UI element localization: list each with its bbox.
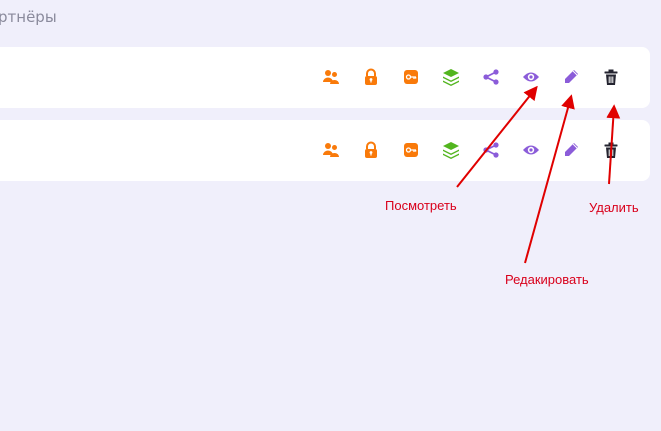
lock-icon: [362, 68, 380, 86]
annotation-delete: Удалить: [589, 200, 639, 215]
key-icon: [402, 141, 420, 159]
pencil-icon: [562, 68, 580, 86]
layers-icon: [442, 68, 460, 86]
users-icon: [322, 68, 340, 86]
lock-button[interactable]: [360, 66, 382, 88]
eye-icon: [522, 141, 540, 159]
trash-icon: [602, 68, 620, 86]
table-row: [0, 47, 650, 108]
edit-button[interactable]: [560, 139, 582, 161]
lock-icon: [362, 141, 380, 159]
layers-button[interactable]: [440, 66, 462, 88]
key-button[interactable]: [400, 139, 422, 161]
annotation-edit: Редакировать: [505, 272, 589, 287]
share-button[interactable]: [480, 139, 502, 161]
page-title: ртнёры: [0, 8, 57, 26]
share-icon: [482, 68, 500, 86]
annotation-view: Посмотреть: [385, 198, 457, 213]
layers-icon: [442, 141, 460, 159]
view-button[interactable]: [520, 139, 542, 161]
delete-button[interactable]: [600, 139, 622, 161]
edit-button[interactable]: [560, 66, 582, 88]
share-button[interactable]: [480, 66, 502, 88]
pencil-icon: [562, 141, 580, 159]
table-row: [0, 120, 650, 181]
users-button[interactable]: [320, 139, 342, 161]
trash-icon: [602, 141, 620, 159]
lock-button[interactable]: [360, 139, 382, 161]
delete-button[interactable]: [600, 66, 622, 88]
users-icon: [322, 141, 340, 159]
layers-button[interactable]: [440, 139, 462, 161]
users-button[interactable]: [320, 66, 342, 88]
share-icon: [482, 141, 500, 159]
view-button[interactable]: [520, 66, 542, 88]
eye-icon: [522, 68, 540, 86]
key-button[interactable]: [400, 66, 422, 88]
key-icon: [402, 68, 420, 86]
